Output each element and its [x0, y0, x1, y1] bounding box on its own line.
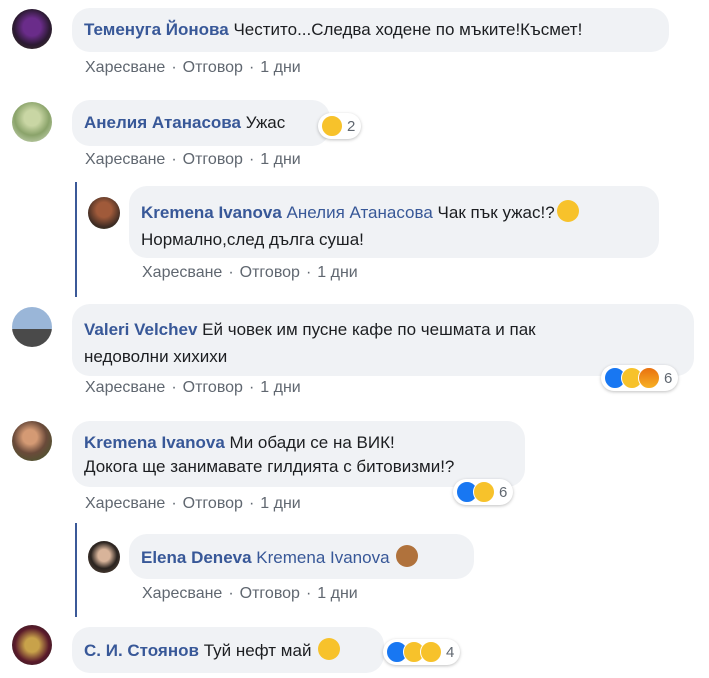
- avatar[interactable]: [12, 307, 52, 347]
- timestamp[interactable]: 1 дни: [260, 495, 300, 512]
- reply-link[interactable]: Отговор: [183, 59, 243, 76]
- angry-icon: [638, 367, 660, 389]
- reaction-count: 4: [446, 643, 455, 661]
- comment-author[interactable]: Elena Deneva: [141, 548, 252, 567]
- monkey-emoji-icon: [396, 545, 419, 567]
- reply-link[interactable]: Отговор: [183, 495, 243, 512]
- comment-bubble: Kremena Ivanova Ми обади се на ВИК! Доко…: [72, 421, 525, 487]
- reaction-count: 2: [347, 117, 356, 135]
- like-link[interactable]: Харесване: [85, 59, 165, 76]
- avatar[interactable]: [12, 421, 52, 461]
- reaction-summary[interactable]: 4: [383, 639, 461, 665]
- comment-author[interactable]: Kremena Ivanova: [141, 203, 282, 222]
- comment-bubble: Теменуга Йонова Честито...Следва ходене …: [72, 8, 669, 52]
- reaction-summary[interactable]: 6: [453, 479, 514, 505]
- like-link[interactable]: Харесване: [142, 585, 222, 602]
- comment-author[interactable]: Kremena Ivanova: [84, 433, 225, 452]
- reply-link[interactable]: Отговор: [240, 585, 300, 602]
- reply-link[interactable]: Отговор: [183, 151, 243, 168]
- timestamp[interactable]: 1 дни: [317, 264, 357, 281]
- comment-bubble: Elena Deneva Kremena Ivanova: [129, 534, 474, 579]
- flushed-emoji-icon: [556, 200, 579, 222]
- comment-actions: Харесване · Отговор · 1 дни: [142, 264, 358, 281]
- comment-author[interactable]: Теменуга Йонова: [84, 20, 229, 39]
- avatar[interactable]: [12, 9, 52, 49]
- reaction-summary[interactable]: 6: [601, 365, 679, 391]
- like-link[interactable]: Харесване: [85, 379, 165, 396]
- timestamp[interactable]: 1 дни: [260, 379, 300, 396]
- wow-icon: [321, 115, 343, 137]
- comment-author[interactable]: Valeri Velchev: [84, 320, 197, 339]
- comment-bubble: С. И. Стоянов Туй нефт май: [72, 627, 384, 673]
- avatar[interactable]: [12, 625, 52, 665]
- timestamp[interactable]: 1 дни: [260, 59, 300, 76]
- sad-icon: [420, 641, 442, 663]
- comment-text-line2: недоволни хихихи: [84, 347, 228, 366]
- comment-author[interactable]: С. И. Стоянов: [84, 641, 199, 660]
- reply-link[interactable]: Отговор: [183, 379, 243, 396]
- avatar[interactable]: [12, 102, 52, 142]
- like-link[interactable]: Харесване: [85, 495, 165, 512]
- like-link[interactable]: Харесване: [142, 264, 222, 281]
- avatar[interactable]: [88, 197, 120, 229]
- comment-text: Ми обади се на ВИК!: [229, 433, 395, 452]
- comment-bubble: Valeri Velchev Ей човек им пусне кафе по…: [72, 304, 694, 376]
- comment-text: Честито...Следва ходене по мъките!Късмет…: [233, 20, 583, 39]
- reaction-summary[interactable]: 2: [318, 113, 362, 139]
- comment-text-line2: Докога ще занимавате гилдията с битовизм…: [84, 457, 455, 476]
- comment-actions: Харесване · Отговор · 1 дни: [85, 59, 301, 76]
- comment-bubble: Анелия Атанасова Ужас: [72, 100, 330, 146]
- avatar[interactable]: [88, 541, 120, 573]
- comment-bubble: Kremena Ivanova Анелия Атанасова Чак пък…: [129, 186, 659, 258]
- mention-link[interactable]: Kremena Ivanova: [256, 548, 389, 567]
- comment-actions: Харесване · Отговор · 1 дни: [142, 585, 358, 602]
- comment-actions: Харесване · Отговор · 1 дни: [85, 379, 301, 396]
- comment-text: Туй нефт май: [203, 641, 312, 660]
- comment-text: Ей човек им пусне кафе по чешмата и пак: [202, 320, 536, 339]
- comment-actions: Харесване · Отговор · 1 дни: [85, 495, 301, 512]
- wow-icon: [473, 481, 495, 503]
- reaction-count: 6: [664, 369, 673, 387]
- mention-link[interactable]: Анелия Атанасова: [287, 203, 433, 222]
- timestamp[interactable]: 1 дни: [260, 151, 300, 168]
- comment-author[interactable]: Анелия Атанасова: [84, 113, 241, 132]
- comment-text: Чак пък ужас!?: [437, 203, 555, 222]
- laughing-crying-emoji-icon: [318, 638, 341, 660]
- reply-thread-line: [75, 523, 77, 617]
- timestamp[interactable]: 1 дни: [317, 585, 357, 602]
- comment-text: Ужас: [245, 113, 286, 132]
- reply-thread-line: [75, 182, 77, 297]
- reaction-count: 6: [499, 483, 508, 501]
- like-link[interactable]: Харесване: [85, 151, 165, 168]
- comment-actions: Харесване · Отговор · 1 дни: [85, 151, 301, 168]
- reply-link[interactable]: Отговор: [240, 264, 300, 281]
- comment-text-line2: Нормално,след дълга суша!: [141, 230, 364, 249]
